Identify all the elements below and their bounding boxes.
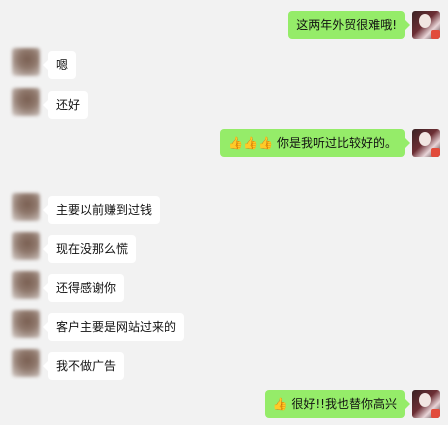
incoming-message-bubble[interactable]: 嗯: [42, 51, 77, 79]
message-text: 我不做广告: [56, 359, 117, 373]
incoming-message-bubble[interactable]: 还好: [42, 91, 89, 119]
thumbs-up-emoji-icon: 👍: [272, 397, 288, 411]
incoming-message-bubble[interactable]: 客户主要是网站过来的: [42, 313, 185, 341]
incoming-message-bubble[interactable]: 还得感谢你: [42, 274, 125, 302]
thumbs-up-emoji-icon: 👍👍👍: [228, 136, 274, 150]
contact-avatar[interactable]: [12, 349, 40, 377]
my-avatar[interactable]: [412, 390, 440, 418]
incoming-message-bubble[interactable]: 我不做广告: [42, 352, 125, 380]
my-avatar[interactable]: [412, 11, 440, 39]
message-text: 还好: [56, 98, 81, 112]
contact-avatar[interactable]: [12, 88, 40, 116]
message-text: 嗯: [56, 58, 69, 72]
message-text: 这两年外贸很难哦!: [296, 18, 397, 32]
my-avatar[interactable]: [412, 129, 440, 157]
message-text: 客户主要是网站过来的: [56, 320, 177, 334]
contact-avatar[interactable]: [12, 310, 40, 338]
contact-avatar[interactable]: [12, 193, 40, 221]
outgoing-message-bubble[interactable]: 👍 很好!!我也替你高兴: [264, 390, 411, 418]
chat-conversation: 这两年外贸很难哦! 嗯 还好 👍👍👍 你是我听过比较好的。 主要以前赚到过钱 现…: [0, 0, 448, 425]
message-text: 还得感谢你: [56, 281, 117, 295]
message-text: 你是我听过比较好的。: [276, 136, 397, 150]
contact-avatar[interactable]: [12, 232, 40, 260]
incoming-message-bubble[interactable]: 主要以前赚到过钱: [42, 196, 161, 224]
message-text: 现在没那么慌: [56, 242, 129, 256]
outgoing-message-bubble[interactable]: 👍👍👍 你是我听过比较好的。: [220, 129, 410, 157]
message-text: 主要以前赚到过钱: [56, 203, 153, 217]
message-text: 很好!!我也替你高兴: [291, 397, 397, 411]
incoming-message-bubble[interactable]: 现在没那么慌: [42, 235, 137, 263]
contact-avatar[interactable]: [12, 48, 40, 76]
contact-avatar[interactable]: [12, 271, 40, 299]
outgoing-message-bubble[interactable]: 这两年外贸很难哦!: [288, 11, 410, 39]
